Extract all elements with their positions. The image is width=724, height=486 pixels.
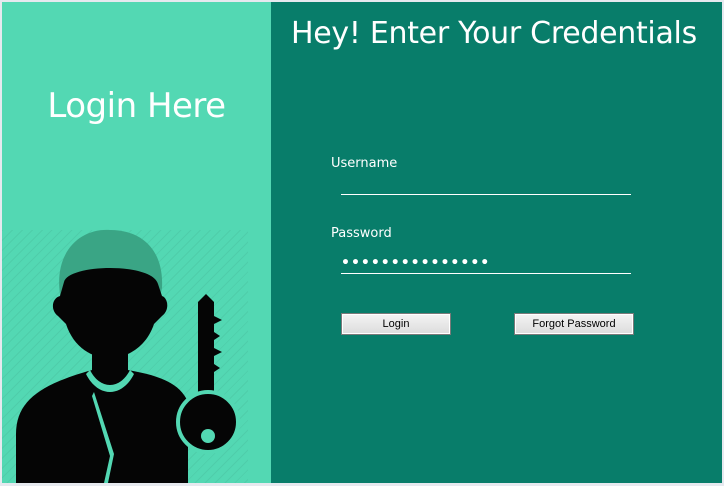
forgot-password-button[interactable]: Forgot Password — [514, 313, 634, 335]
password-label: Password — [331, 226, 392, 241]
credentials-title: Hey! Enter Your Credentials — [291, 16, 697, 51]
login-heading: Login Here — [47, 86, 226, 126]
username-label: Username — [331, 156, 398, 171]
user-key-icon — [16, 229, 240, 483]
password-input[interactable] — [341, 253, 631, 274]
right-panel: Hey! Enter Your Credentials Username Pas… — [271, 2, 722, 483]
left-panel: Login Here — [2, 2, 271, 483]
login-button[interactable]: Login — [341, 313, 451, 335]
username-input[interactable] — [341, 174, 631, 195]
login-window: Login Here Hey! Enter Your Credentials U… — [2, 2, 722, 483]
